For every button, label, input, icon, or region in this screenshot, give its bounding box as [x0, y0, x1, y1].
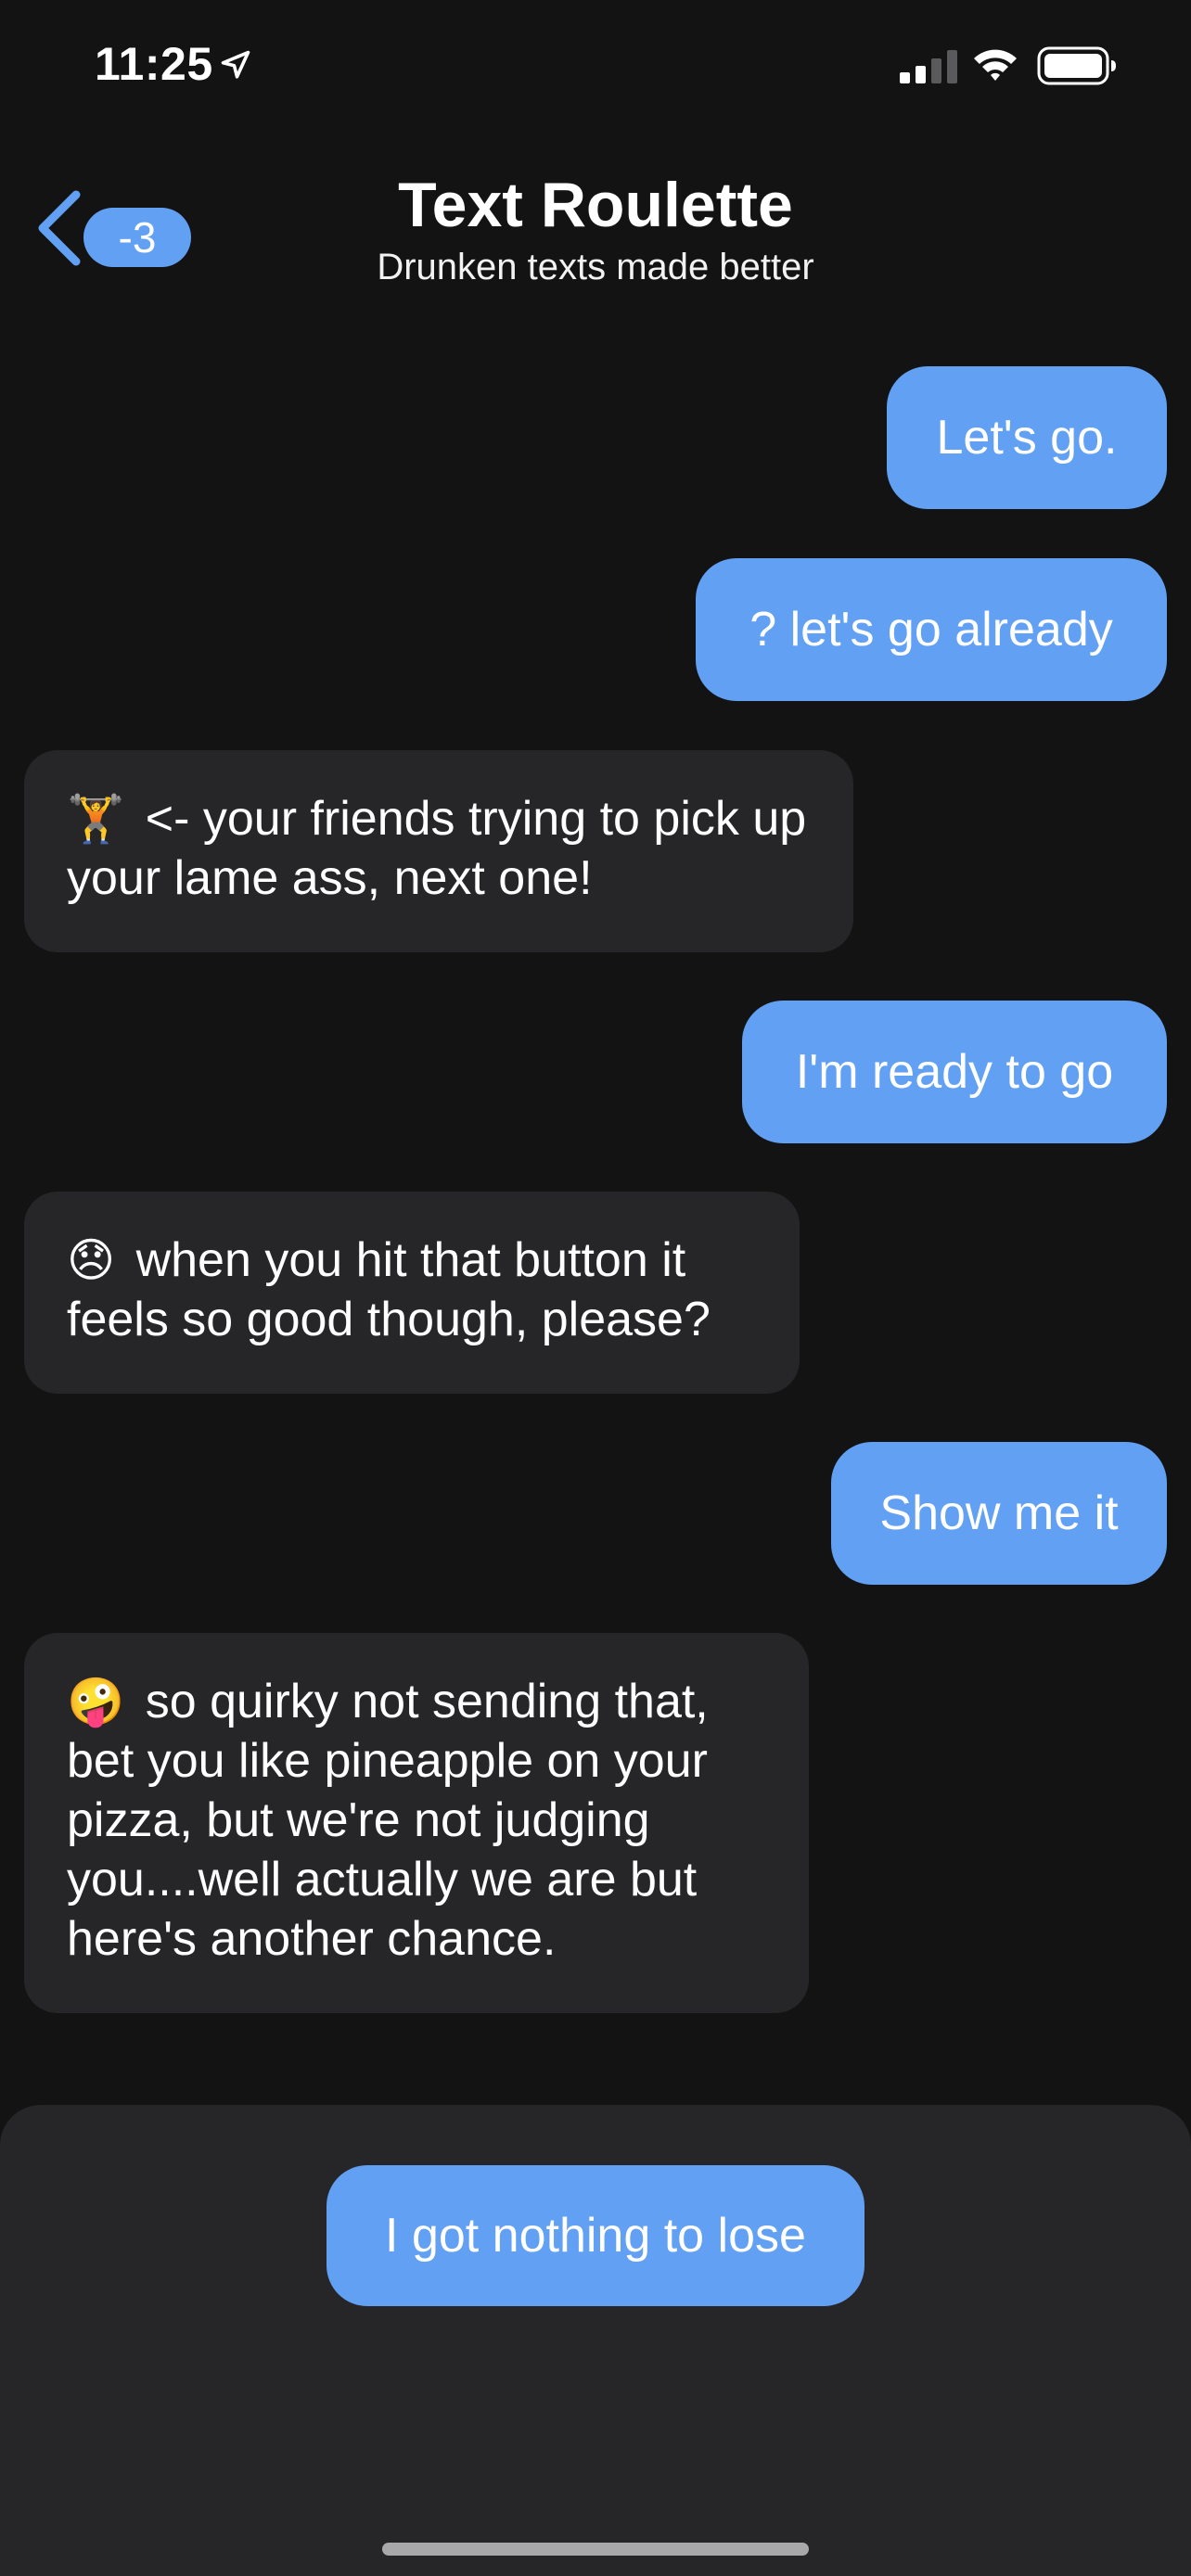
message-text: <- your friends trying to pick up your l… [67, 792, 807, 905]
received-message: 🤪 so quirky not sending that, bet you li… [24, 1633, 809, 2013]
disappointed-face-emoji: 😞 [67, 1233, 116, 1287]
location-arrow-icon [221, 50, 250, 79]
page-subtitle: Drunken texts made better [377, 247, 814, 287]
received-message: 😞 when you hit that button it feels so g… [24, 1192, 800, 1394]
sent-message: Let's go. [887, 366, 1167, 509]
sent-message: I'm ready to go [742, 1001, 1167, 1143]
status-bar: 11:25 [0, 0, 1191, 130]
weightlifter-emoji: 🏋️ [67, 792, 125, 846]
sent-message: ? let's go already [696, 558, 1167, 701]
reply-option-label: I got nothing to lose [385, 2209, 806, 2263]
message-text: when you hit that button it feels so goo… [67, 1233, 711, 1346]
wifi-icon [974, 49, 1017, 81]
reply-option-button[interactable]: I got nothing to lose [327, 2165, 864, 2306]
message-text: so quirky not sending that, bet you like… [67, 1675, 709, 1966]
navigation-header: -3 Text Roulette Drunken texts made bett… [0, 158, 1191, 306]
status-time: 11:25 [95, 38, 213, 90]
home-indicator[interactable] [382, 2543, 809, 2556]
zany-face-emoji: 🤪 [67, 1675, 125, 1728]
message-text: ? let's go already [749, 603, 1113, 657]
reply-panel: I got nothing to lose [0, 2105, 1191, 2576]
battery-icon [1037, 46, 1116, 85]
message-text: Let's go. [936, 411, 1118, 465]
received-message: 🏋️ <- your friends trying to pick up you… [24, 750, 853, 952]
sent-message: Show me it [831, 1442, 1167, 1585]
message-thread: Let's go. ? let's go already 🏋️ <- your … [0, 366, 1191, 2110]
message-text: I'm ready to go [795, 1045, 1114, 1099]
page-title: Text Roulette [398, 170, 793, 240]
cellular-signal-icon [900, 50, 957, 83]
message-text: Show me it [879, 1486, 1119, 1540]
